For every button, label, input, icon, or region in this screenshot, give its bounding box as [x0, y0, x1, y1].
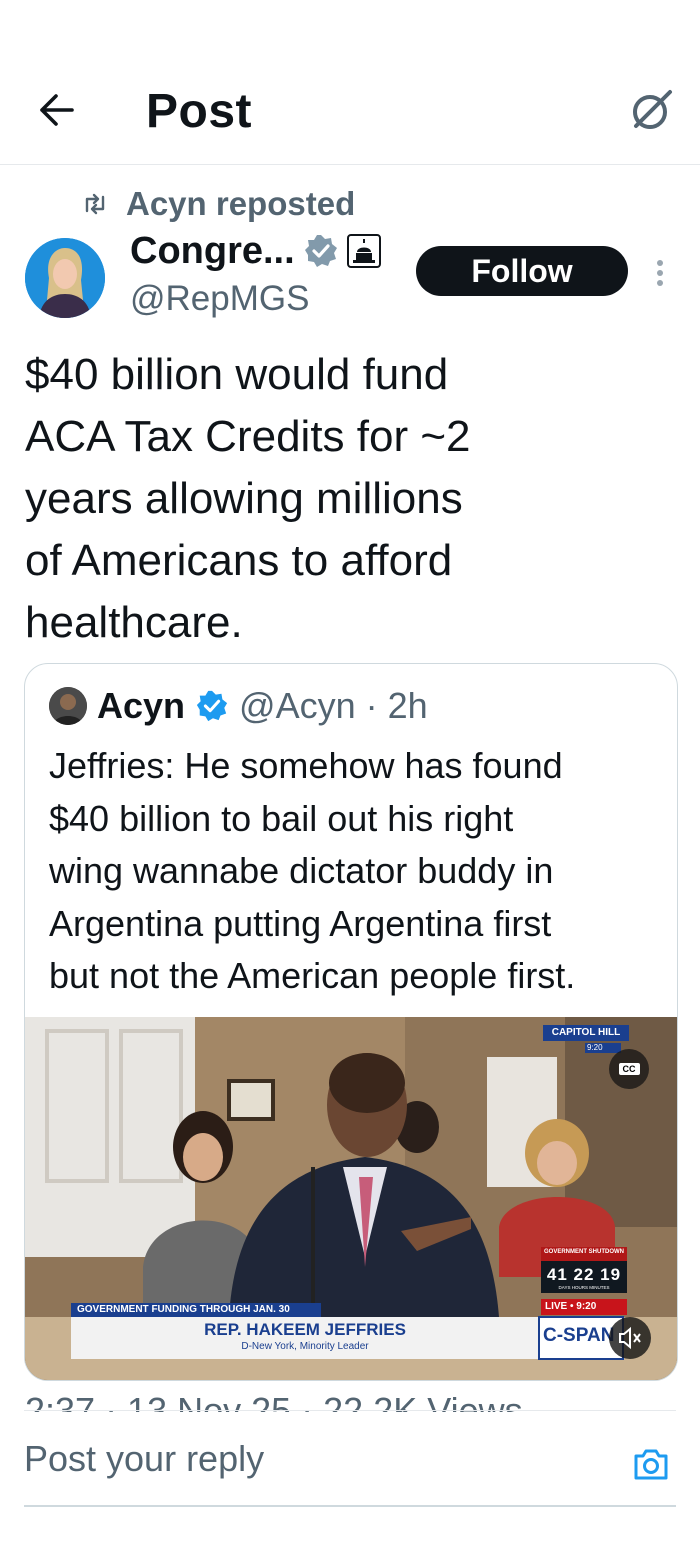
shutdown-units: DAYS HOURS MINUTES	[558, 1285, 610, 1290]
top-bar: Post	[0, 60, 700, 165]
video-player[interactable]: CAPITOL HILL 9:20 CC GOVERNMENT SHUTDOWN…	[25, 1017, 677, 1380]
shutdown-counter: 41 22 19	[546, 1265, 622, 1284]
quoted-post-header: Acyn @Acyn · 2h	[49, 685, 428, 727]
quoted-post-text: Jeffries: He somehow has found $40 billi…	[49, 745, 576, 996]
separator-dot: ·	[365, 685, 378, 726]
quoted-post-time: 2h	[387, 685, 428, 726]
mute-icon	[619, 1326, 641, 1350]
repost-icon	[85, 193, 105, 215]
quoted-avatar[interactable]	[49, 687, 87, 725]
location-time: 9:20	[587, 1043, 603, 1052]
reply-bar	[24, 1410, 676, 1507]
follow-button[interactable]: Follow	[416, 246, 628, 296]
author-name[interactable]: Congre...	[130, 230, 295, 273]
page-title: Post	[146, 85, 253, 138]
quoted-author-handle: @Acyn	[239, 685, 356, 726]
repost-indicator[interactable]: Acyn reposted	[82, 184, 355, 224]
lower-third-title: D-New York, Minority Leader	[241, 1341, 369, 1352]
lower-third-name: REP. HAKEEM JEFFRIES	[204, 1320, 406, 1339]
post-text: $40 billion would fund ACA Tax Credits f…	[25, 350, 471, 647]
author-handle[interactable]: @RepMGS	[130, 279, 309, 319]
shutdown-title: GOVERNMENT SHUTDOWN	[544, 1249, 624, 1255]
back-arrow-icon[interactable]	[34, 88, 78, 132]
network-logo: C-SPAN	[543, 1325, 615, 1346]
author-name-row[interactable]: Congre...	[130, 228, 381, 274]
reply-input[interactable]	[24, 1435, 584, 1483]
avatar-photo	[25, 238, 105, 318]
location-label: CAPITOL HILL	[551, 1027, 621, 1038]
avatar[interactable]	[25, 238, 105, 318]
verified-badge-icon	[196, 690, 228, 722]
post-meta: 2:37 · 13 Nov 25 · 22.2K Views	[25, 1390, 523, 1412]
quoted-post[interactable]: Acyn @Acyn · 2h Jeffries: He somehow has…	[24, 663, 678, 1381]
cc-label: CC	[618, 1063, 640, 1075]
verified-badge-icon[interactable]	[303, 233, 339, 269]
repost-label: Acyn reposted	[126, 185, 356, 222]
capitol-affiliation-icon[interactable]	[346, 234, 381, 268]
more-options-icon[interactable]	[650, 255, 670, 295]
mute-button[interactable]	[609, 1317, 651, 1359]
ticker-label: GOVERNMENT FUNDING THROUGH JAN. 30	[77, 1304, 290, 1315]
quoted-avatar-photo	[49, 687, 87, 725]
camera-icon[interactable]	[632, 1445, 670, 1483]
grok-icon[interactable]	[628, 86, 676, 134]
live-indicator: LIVE • 9:20	[545, 1301, 597, 1312]
cc-button[interactable]: CC	[609, 1049, 649, 1089]
quoted-author-name[interactable]: Acyn	[97, 685, 185, 727]
